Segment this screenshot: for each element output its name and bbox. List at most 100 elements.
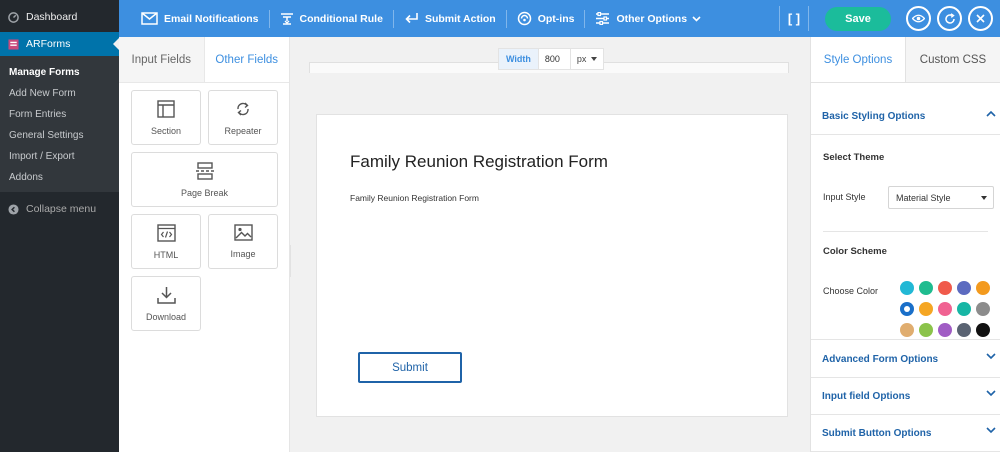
field-html-label: HTML xyxy=(153,249,179,260)
style-panel-tabs: Style Options Custom CSS xyxy=(811,37,1000,83)
save-button[interactable]: Save xyxy=(825,7,891,31)
submit-action-icon xyxy=(405,13,418,24)
field-page-break-label: Page Break xyxy=(180,187,229,198)
wp-submenu-add-new-form[interactable]: Add New Form xyxy=(0,83,119,104)
color-swatch[interactable] xyxy=(900,302,914,316)
color-scheme-heading: Color Scheme xyxy=(823,246,887,257)
page-break-icon xyxy=(195,161,214,180)
submit-button-options-header[interactable]: Submit Button Options xyxy=(811,415,1000,452)
field-section[interactable]: Section xyxy=(131,90,201,145)
collapse-arrow-icon xyxy=(7,203,19,215)
optins-icon xyxy=(517,11,531,26)
basic-styling-options-header[interactable]: Basic Styling Options xyxy=(811,98,1000,135)
field-repeater[interactable]: Repeater xyxy=(208,90,278,145)
color-swatch[interactable] xyxy=(938,281,952,295)
other-options-label: Other Options xyxy=(616,12,688,25)
input-style-select[interactable]: Material Style xyxy=(888,186,994,209)
html-icon xyxy=(156,223,176,242)
advanced-form-options-label: Advanced Form Options xyxy=(822,353,939,365)
wp-submenu-general-settings[interactable]: General Settings xyxy=(0,125,119,146)
optins-label: Opt-ins xyxy=(537,12,575,25)
wp-menu-arforms-label: ARForms xyxy=(26,38,71,50)
color-swatch[interactable] xyxy=(900,323,914,337)
field-page-break[interactable]: Page Break xyxy=(131,152,278,207)
wp-submenu-addons[interactable]: Addons xyxy=(0,167,119,188)
close-icon xyxy=(976,14,985,23)
field-download[interactable]: Download xyxy=(131,276,201,331)
tab-other-fields[interactable]: Other Fields xyxy=(205,37,290,82)
section-icon xyxy=(157,99,175,118)
palette-tabs: Input Fields Other Fields xyxy=(119,37,289,83)
chevron-down-icon xyxy=(986,427,996,434)
color-swatch[interactable] xyxy=(976,281,990,295)
input-style-label: Input Style xyxy=(823,192,866,202)
field-download-label: Download xyxy=(145,311,187,322)
width-unit-label: px xyxy=(576,54,587,64)
chevron-down-icon xyxy=(692,15,701,22)
chevron-up-icon xyxy=(986,110,996,117)
submit-action-button[interactable]: Submit Action xyxy=(394,0,506,37)
refresh-icon xyxy=(944,12,955,24)
submit-action-label: Submit Action xyxy=(424,12,496,25)
chevron-down-icon xyxy=(986,390,996,397)
width-label: Width xyxy=(499,49,538,69)
image-icon xyxy=(233,224,253,241)
color-swatch[interactable] xyxy=(919,302,933,316)
color-swatch[interactable] xyxy=(957,302,971,316)
form-preview: Family Reunion Registration Form Family … xyxy=(316,114,788,417)
wp-submenu-form-entries[interactable]: Form Entries xyxy=(0,104,119,125)
field-section-label: Section xyxy=(150,125,182,136)
advanced-form-options-header[interactable]: Advanced Form Options xyxy=(811,341,1000,378)
wp-menu-dashboard-label: Dashboard xyxy=(26,11,78,23)
wp-menu-dashboard[interactable]: Dashboard xyxy=(0,2,119,32)
tab-custom-css[interactable]: Custom CSS xyxy=(906,37,1000,82)
width-unit-select[interactable]: px xyxy=(569,49,604,69)
wp-collapse-menu[interactable]: Collapse menu xyxy=(0,196,119,222)
envelope-icon xyxy=(141,12,158,25)
download-icon xyxy=(156,286,176,304)
style-panel: Style Options Custom CSS Basic Styling O… xyxy=(810,37,1000,452)
color-swatch[interactable] xyxy=(919,281,933,295)
conditional-rule-button[interactable]: Conditional Rule xyxy=(270,0,393,37)
input-field-options-header[interactable]: Input field Options xyxy=(811,378,1000,415)
form-title[interactable]: Family Reunion Registration Form xyxy=(350,152,608,172)
sliders-icon xyxy=(596,12,610,25)
color-swatch[interactable] xyxy=(919,323,933,337)
optins-button[interactable]: Opt-ins xyxy=(507,0,585,37)
reset-button[interactable] xyxy=(937,6,962,31)
wp-admin-sidebar: Dashboard ARForms Manage Forms Add New F… xyxy=(0,0,119,452)
conditional-rule-label: Conditional Rule xyxy=(299,12,383,25)
color-swatch[interactable] xyxy=(938,302,952,316)
color-swatch[interactable] xyxy=(957,281,971,295)
tab-style-options[interactable]: Style Options xyxy=(811,37,906,82)
caret-down-icon xyxy=(591,57,598,61)
form-description[interactable]: Family Reunion Registration Form xyxy=(350,193,479,203)
wp-collapse-label: Collapse menu xyxy=(26,203,97,215)
color-swatch[interactable] xyxy=(957,323,971,337)
select-theme-heading: Select Theme xyxy=(823,152,885,163)
field-image[interactable]: Image xyxy=(208,214,278,269)
field-html[interactable]: HTML xyxy=(131,214,201,269)
preview-button[interactable] xyxy=(906,6,931,31)
wp-submenu-manage-forms[interactable]: Manage Forms xyxy=(0,62,119,83)
other-options-button[interactable]: Other Options xyxy=(585,0,711,37)
color-swatch[interactable] xyxy=(976,323,990,337)
tab-input-fields[interactable]: Input Fields xyxy=(119,37,205,82)
form-submit-button[interactable]: Submit xyxy=(358,352,462,383)
color-swatch[interactable] xyxy=(976,302,990,316)
close-button[interactable] xyxy=(968,6,993,31)
wp-menu-arforms[interactable]: ARForms xyxy=(0,32,119,56)
conditional-rule-icon xyxy=(280,12,293,25)
color-swatch[interactable] xyxy=(938,323,952,337)
width-control: Width 800 px xyxy=(498,48,605,70)
fullscreen-toggle-button[interactable]: [ ] xyxy=(779,6,809,31)
basic-styling-body: Select Theme Input Style Material Style … xyxy=(811,135,1000,340)
wp-submenu-import-export[interactable]: Import / Export xyxy=(0,146,119,167)
width-input[interactable]: 800 xyxy=(537,49,570,69)
chevron-down-icon xyxy=(986,353,996,360)
field-palette: Input Fields Other Fields Section Repeat… xyxy=(119,37,290,452)
email-notifications-button[interactable]: Email Notifications xyxy=(119,0,269,37)
color-swatch[interactable] xyxy=(900,281,914,295)
repeater-icon xyxy=(237,102,249,115)
form-canvas: Width 800 px Family Reunion Registration… xyxy=(291,37,810,452)
